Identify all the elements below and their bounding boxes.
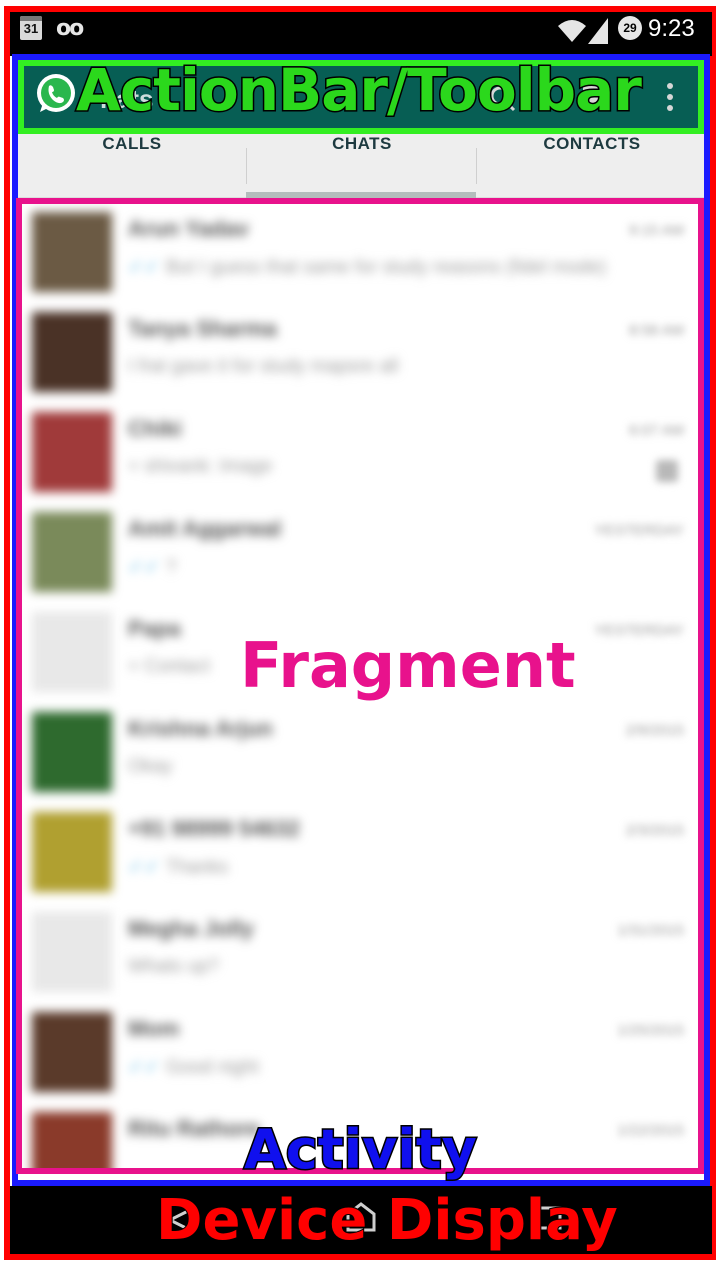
- calendar-day: 31: [23, 21, 39, 36]
- activity-annotation-label: Activity: [243, 1117, 479, 1183]
- tab-divider: [476, 148, 477, 184]
- badge-icon: 29: [618, 16, 642, 40]
- tab-calls[interactable]: CALLS: [18, 134, 246, 198]
- actionbar-annotation-label: ActionBar/Toolbar: [75, 55, 644, 126]
- tab-chats[interactable]: CHATS: [248, 134, 476, 198]
- tab-divider: [246, 148, 247, 184]
- status-clock: 9:23: [648, 15, 695, 42]
- calendar-icon: 31: [20, 16, 42, 40]
- tab-contacts[interactable]: CONTACTS: [478, 134, 706, 198]
- device-display-annotation-label: Device Display: [155, 1187, 619, 1254]
- wifi-icon: [558, 20, 586, 42]
- fragment-annotation-label: Fragment: [240, 629, 576, 702]
- signal-icon: [588, 18, 608, 44]
- voicemail-icon: oo: [56, 16, 84, 41]
